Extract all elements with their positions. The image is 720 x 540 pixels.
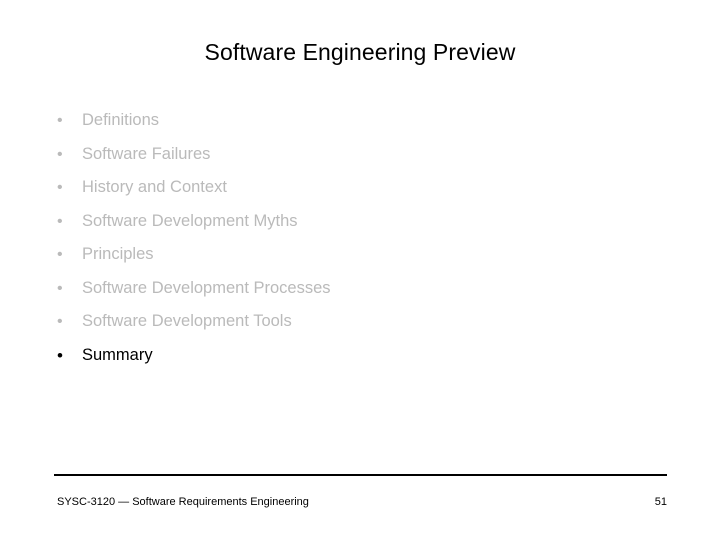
list-item[interactable]: • Principles xyxy=(54,238,674,272)
bullet-point-icon: • xyxy=(57,313,63,330)
list-item-label: Software Development Tools xyxy=(82,312,292,330)
list-item[interactable]: • History and Context xyxy=(54,171,674,205)
list-item[interactable]: • Definitions xyxy=(54,104,674,138)
list-item-label: Summary xyxy=(82,345,153,364)
list-item-label: Principles xyxy=(82,245,154,263)
page-title: Software Engineering Preview xyxy=(204,39,516,65)
bullet-point-icon: • xyxy=(57,345,63,365)
list-item[interactable]: • Software Development Myths xyxy=(54,205,674,239)
bullet-point-icon: • xyxy=(57,179,63,196)
list-item-label: Software Development Processes xyxy=(82,278,331,297)
slide-footer: SYSC-3120 — Software Requirements Engine… xyxy=(54,494,667,510)
bullet-point-icon: • xyxy=(57,112,63,129)
bullet-point-icon: • xyxy=(57,246,63,263)
outline-bullet-list: • Definitions • Software Failures • Hist… xyxy=(54,104,674,372)
list-item[interactable]: • Software Development Processes xyxy=(54,272,674,306)
list-item[interactable]: • Software Failures xyxy=(54,138,674,172)
bullet-point-icon: • xyxy=(57,279,63,297)
footer-course-label: SYSC-3120 — Software Requirements Engine… xyxy=(57,496,309,508)
bullet-point-icon: • xyxy=(57,145,63,163)
list-item[interactable]: • Software Development Tools xyxy=(54,305,674,339)
list-item-label: Software Failures xyxy=(82,144,211,163)
list-item-label: Definitions xyxy=(82,111,160,129)
list-item-label: History and Context xyxy=(82,178,227,196)
bullet-point-icon: • xyxy=(57,212,63,230)
presentation-slide: Software Engineering Preview • Definitio… xyxy=(0,0,720,540)
footer-divider xyxy=(54,474,667,476)
slide-page-number: 51 xyxy=(654,496,667,508)
list-item-label: Software Development Myths xyxy=(82,211,298,230)
list-item[interactable]: • Summary xyxy=(54,339,674,373)
